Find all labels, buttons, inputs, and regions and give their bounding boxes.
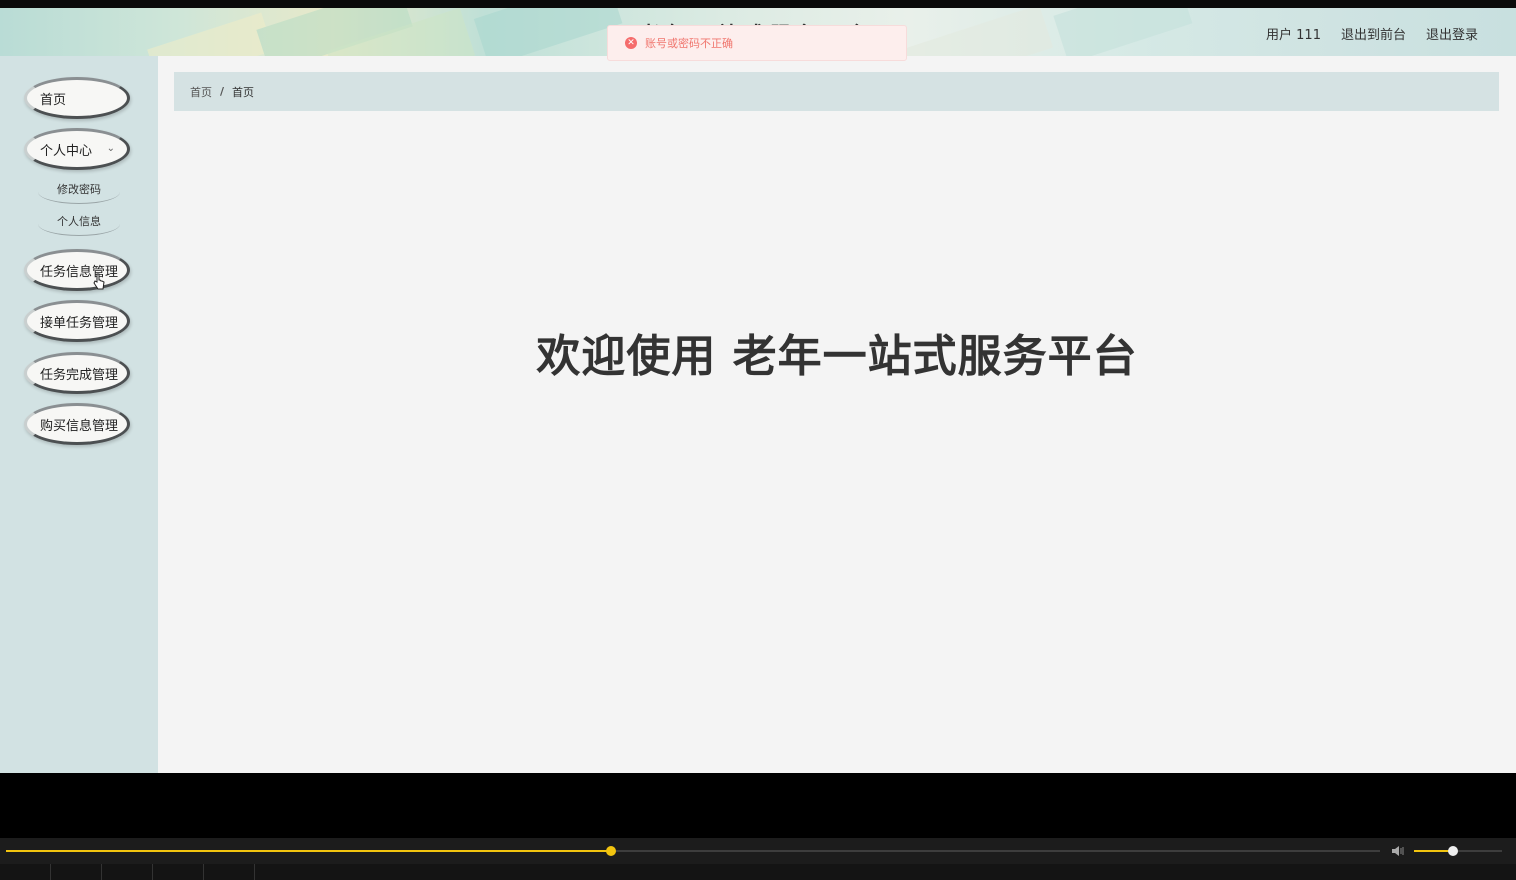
volume-knob[interactable]: [1448, 846, 1458, 856]
logout-link[interactable]: 退出登录: [1426, 24, 1478, 43]
sidebar: 首页 个人中心 ⌄ 修改密码 个人信息 任务信息管理 接单任务管理 任务完成管理…: [0, 56, 158, 773]
sidebar-subitem-personal-info[interactable]: 个人信息: [38, 212, 120, 236]
sidebar-item-accepted-tasks[interactable]: 接单任务管理: [24, 300, 130, 342]
sidebar-item-label: 任务信息管理: [40, 264, 119, 280]
sidebar-subitem-change-password[interactable]: 修改密码: [38, 180, 120, 204]
back-to-front-link[interactable]: 退出到前台: [1341, 24, 1406, 43]
sidebar-item-label: 任务完成管理: [40, 367, 119, 383]
progress-knob[interactable]: [605, 846, 616, 856]
sidebar-item-label: 个人中心: [40, 143, 93, 159]
volume-icon[interactable]: [1391, 844, 1407, 858]
toast-message: 账号或密码不正确: [645, 37, 733, 50]
header-user-links: 用户 111 退出到前台 退出登录: [1266, 24, 1478, 43]
sidebar-subitem-label: 修改密码: [57, 183, 101, 196]
breadcrumb-separator: /: [220, 85, 225, 98]
chevron-down-icon: ⌄: [106, 143, 115, 154]
sidebar-item-task-info[interactable]: 任务信息管理: [24, 249, 130, 291]
video-player-controls: [0, 838, 1516, 880]
sidebar-item-label: 接单任务管理: [40, 315, 119, 331]
sidebar-subitem-label: 个人信息: [57, 215, 101, 228]
sidebar-item-label: 首页: [40, 92, 67, 108]
welcome-heading: 欢迎使用 老年一站式服务平台: [536, 331, 1138, 382]
sidebar-item-personal-center[interactable]: 个人中心 ⌄: [24, 128, 130, 170]
progress-fill: [6, 850, 611, 852]
error-circle-icon: ✕: [625, 37, 637, 49]
progress-track[interactable]: [6, 850, 1380, 852]
breadcrumb-item-current: 首页: [232, 85, 255, 99]
app-window: 老年一站式服务平台 用户 111 退出到前台 退出登录 ✕ 账号或密码不正确 首…: [0, 8, 1516, 773]
breadcrumb-item-home[interactable]: 首页: [190, 84, 212, 100]
hand-cursor-icon: [93, 273, 105, 290]
thumbnail-strip: [0, 864, 1516, 880]
sidebar-item-label: 购买信息管理: [40, 418, 119, 434]
error-toast: ✕ 账号或密码不正确: [607, 25, 907, 61]
user-label: 用户 111: [1266, 28, 1321, 43]
sidebar-item-home[interactable]: 首页: [24, 77, 130, 119]
window-top-strip: [0, 0, 1516, 8]
sidebar-item-task-completion[interactable]: 任务完成管理: [24, 352, 130, 394]
breadcrumb: 首页 / 首页: [174, 72, 1499, 111]
header-decoration-3: [896, 8, 1193, 56]
volume-track[interactable]: [1414, 850, 1502, 852]
sidebar-item-purchase-info[interactable]: 购买信息管理: [24, 403, 130, 445]
